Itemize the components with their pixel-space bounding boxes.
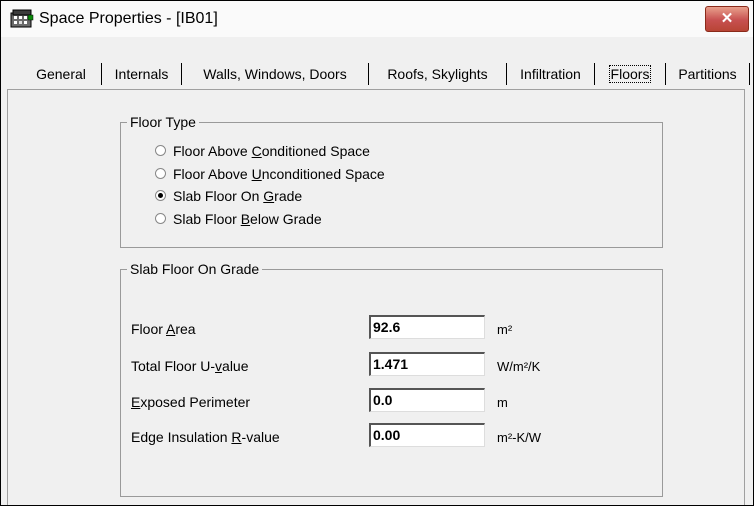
tab-partitions[interactable]: Partitions <box>666 63 750 85</box>
tab-label: Floors <box>608 65 652 83</box>
edge-insulation-input[interactable]: 0.00 <box>369 423 485 447</box>
floor-area-input[interactable]: 92.6 <box>369 315 485 339</box>
edge-insulation-unit: m²-K/W <box>497 430 542 445</box>
slab-floor-legend: Slab Floor On Grade <box>127 261 263 277</box>
radio-label: Floor Above Unconditioned Space <box>173 166 385 182</box>
close-icon: ✕ <box>720 10 734 27</box>
tab-label: Roofs, Skylights <box>387 66 488 82</box>
title-bar: Space Properties - [IB01] ✕ <box>1 1 753 37</box>
slab-floor-group: Slab Floor On Grade Floor Area 92.6 m² T… <box>120 261 663 497</box>
window-title: Space Properties - [IB01] <box>39 10 218 27</box>
floor-u-value-input[interactable]: 1.471 <box>369 352 485 376</box>
floor-type-group: Floor Type Floor Above Conditioned Space… <box>120 114 663 248</box>
tab-general[interactable]: General <box>21 63 102 85</box>
exposed-perimeter-unit: m <box>497 395 508 410</box>
radio-label: Slab Floor On Grade <box>173 188 303 204</box>
edge-insulation-label: Edge Insulation R-value <box>131 429 280 445</box>
radio-label: Floor Above Conditioned Space <box>173 143 370 159</box>
tab-label: Walls, Windows, Doors <box>203 66 347 82</box>
exposed-perimeter-input[interactable]: 0.0 <box>369 388 485 412</box>
floor-area-label: Floor Area <box>131 321 196 337</box>
close-button[interactable]: ✕ <box>705 6 749 32</box>
tab-walls-windows-doors[interactable]: Walls, Windows, Doors <box>182 63 369 85</box>
building-icon <box>10 9 34 28</box>
floor-u-value-label: Total Floor U-value <box>131 358 249 374</box>
tab-floors[interactable]: Floors <box>595 63 666 85</box>
tab-label: Internals <box>114 66 169 82</box>
floors-tab-panel: Floor Type Floor Above Conditioned Space… <box>7 90 745 505</box>
radio-button[interactable] <box>155 213 166 224</box>
tab-label: Infiltration <box>520 66 581 82</box>
tab-label: Partitions <box>678 66 737 82</box>
tab-infiltration[interactable]: Infiltration <box>507 63 595 85</box>
tab-strip: General Internals Walls, Windows, Doors … <box>1 59 753 89</box>
floor-area-unit: m² <box>497 322 513 337</box>
radio-label: Slab Floor Below Grade <box>173 211 322 227</box>
floor-u-value-unit: W/m²/K <box>497 359 541 374</box>
tab-internals[interactable]: Internals <box>102 63 182 85</box>
radio-button-selected[interactable] <box>155 190 166 201</box>
exposed-perimeter-label: Exposed Perimeter <box>131 394 251 410</box>
radio-button[interactable] <box>155 168 166 179</box>
tab-roofs-skylights[interactable]: Roofs, Skylights <box>369 63 507 85</box>
space-properties-dialog: Space Properties - [IB01] ✕ General Inte… <box>0 0 754 506</box>
floor-type-legend: Floor Type <box>127 114 199 130</box>
tab-label: General <box>36 66 86 82</box>
radio-button[interactable] <box>155 145 166 156</box>
